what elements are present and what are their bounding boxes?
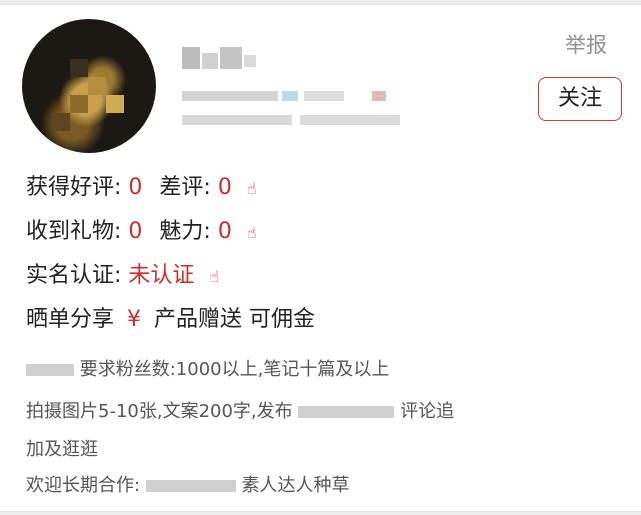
gifts-label: 收到礼物: [26, 219, 122, 244]
benefits-row: 晒单分享 ¥ 产品赠送 可佣金 [26, 301, 315, 333]
avatar[interactable] [22, 19, 156, 153]
gifts-value: 0 [128, 219, 143, 244]
charm-label: 魅力: [159, 219, 211, 244]
bad-reviews-label: 差评: [159, 175, 211, 200]
description-text: 要求粉丝数:1000以上,笔记十篇及以上 [79, 359, 390, 380]
verification-label: 实名认证: [26, 263, 122, 288]
description-line-2: 拍摄图片5-10张,文案200字,发布 评论追 [26, 397, 454, 423]
avatar-pixel [88, 77, 106, 95]
description-text: 拍摄图片5-10张,文案200字,发布 [26, 401, 293, 422]
user-info-blurred [182, 91, 422, 131]
avatar-pixel [70, 59, 88, 77]
follow-button[interactable]: 关注 [538, 77, 622, 121]
description-line-3: 加及逛逛 [26, 435, 98, 461]
commission-label: 可佣金 [249, 307, 316, 332]
gifts-row: 收到礼物: 0 魅力: 0 ☝ [26, 213, 257, 245]
charm-value: 0 [217, 219, 232, 244]
blurred-text [145, 480, 236, 492]
good-reviews-value: 0 [128, 175, 143, 200]
description-line-1: 要求粉丝数:1000以上,笔记十篇及以上 [26, 355, 389, 381]
avatar-pixel [52, 113, 70, 131]
bad-reviews-value: 0 [217, 175, 232, 200]
share-label: 晒单分享 [26, 307, 115, 332]
user-profile-card: 举报 关注 获得好评: 0 差评: 0 ☝ 收到礼物: 0 魅力: 0 ☝ 实名… [0, 4, 641, 512]
blurred-text [26, 364, 74, 376]
verification-row: 实名认证: 未认证 ☝ [26, 257, 219, 289]
yen-icon: ¥ [127, 307, 142, 332]
product-gift-label: 产品赠送 [154, 307, 243, 332]
reviews-row: 获得好评: 0 差评: 0 ☝ [26, 169, 257, 201]
pointing-hand-icon[interactable]: ☝ [247, 179, 257, 198]
good-reviews-label: 获得好评: [26, 175, 122, 200]
pointing-hand-icon[interactable]: ☝ [209, 267, 219, 286]
avatar-pixel [70, 95, 88, 113]
report-link[interactable]: 举报 [565, 29, 607, 59]
description-text: 评论追 [400, 401, 455, 422]
avatar-pixel [106, 95, 124, 113]
pointing-hand-icon[interactable]: ☝ [247, 223, 257, 242]
verification-status: 未认证 [128, 263, 195, 288]
description-text: 素人达人种草 [241, 475, 350, 496]
description-line-4: 欢迎长期合作: 素人达人种草 [26, 471, 350, 497]
description-text: 欢迎长期合作: [26, 475, 141, 496]
description-text: 加及逛逛 [26, 439, 98, 460]
username-blurred [182, 47, 262, 69]
blurred-text [298, 406, 395, 418]
